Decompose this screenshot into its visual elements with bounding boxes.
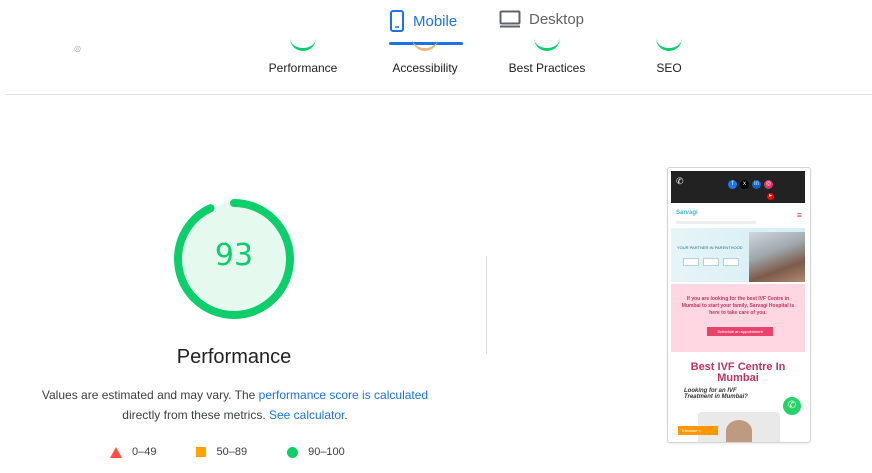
site-cta-section: If you are looking for the best IVF Cent… [671,284,805,352]
accessibility-gauge-mini[interactable] [412,38,438,51]
legend-pass: 90–100 [287,446,345,458]
site-heading: Best IVF Centre In Mumbai [690,361,786,384]
tab-desktop[interactable]: Desktop [499,10,584,28]
dot-icon: ◎ [74,44,81,53]
note-text-end: . [344,408,348,422]
legend-pass-range: 90–100 [308,446,345,458]
tab-mobile-label: Mobile [413,12,458,30]
hero-text: YOUR PARTNER IN PARENTHOOD [677,245,743,250]
youtube-icon: ▸ [767,193,774,200]
legend-average-range: 50–89 [216,446,248,458]
header-divider [6,94,872,95]
hero-button [723,258,739,266]
note-text-1: Values are estimated and may vary. The [41,388,259,402]
site-subheading: Looking for an IVF Treatment in Mumbai? [684,388,748,400]
score-legend: 0–49 50–89 90–100 [110,446,385,458]
desktop-monitor-icon [499,10,521,28]
instagram-icon: ◎ [764,180,773,189]
schedule-appointment-button: Schedule an appointment [707,327,773,336]
linkedin-icon: in [752,180,761,189]
mobile-phone-icon [390,10,404,32]
legend-fail: 0–49 [110,446,156,458]
seo-gauge-mini[interactable] [656,38,682,51]
site-nav [676,221,756,224]
hero-photo [749,232,805,282]
facebook-icon: f [728,180,737,189]
category-seo[interactable]: SEO [614,61,724,75]
page-screenshot-thumbnail: ✆ f x in ◎ ▸ Sarvagi ≡ YOUR PARTNER IN P… [667,167,811,443]
tab-desktop-label: Desktop [529,10,585,28]
cta-text: If you are looking for the best IVF Cent… [681,296,795,316]
category-accessibility[interactable]: Accessibility [370,61,480,75]
site-logo: Sarvagi [676,210,698,216]
score-note-line1: Values are estimated and may vary. The p… [30,388,440,402]
whatsapp-icon: ✆ [783,397,801,415]
vertical-separator [486,256,487,354]
tab-mobile[interactable]: Mobile [389,10,457,32]
performance-score-link[interactable]: performance score is calculated [259,388,428,402]
translate-button: Translate » [678,426,718,435]
site-hero: YOUR PARTNER IN PARENTHOOD [671,228,805,282]
performance-score-value: 93 [214,238,254,273]
orange-square-icon [196,447,207,457]
doctor-face [726,420,752,442]
hamburger-menu-icon: ≡ [796,210,802,220]
site-topbar: ✆ f x in ◎ ▸ [671,171,805,203]
hero-button [703,258,719,266]
green-circle-icon [287,446,299,458]
score-note-line2: directly from these metrics. See calcula… [30,408,440,422]
red-triangle-icon [110,446,122,458]
performance-gauge-mini[interactable] [290,38,316,51]
hero-button [683,258,699,266]
phone-icon: ✆ [676,176,684,186]
see-calculator-link[interactable]: See calculator [269,408,344,422]
category-best-practices[interactable]: Best Practices [492,61,602,75]
category-performance[interactable]: Performance [248,61,358,75]
performance-title: Performance [176,346,292,368]
site-logo-text: Sarvagi [676,210,698,216]
best-practices-gauge-mini[interactable] [534,38,560,51]
legend-fail-range: 0–49 [132,446,157,458]
x-icon: x [740,180,749,189]
note-text-2: directly from these metrics. [122,408,269,422]
legend-average: 50–89 [196,446,247,458]
